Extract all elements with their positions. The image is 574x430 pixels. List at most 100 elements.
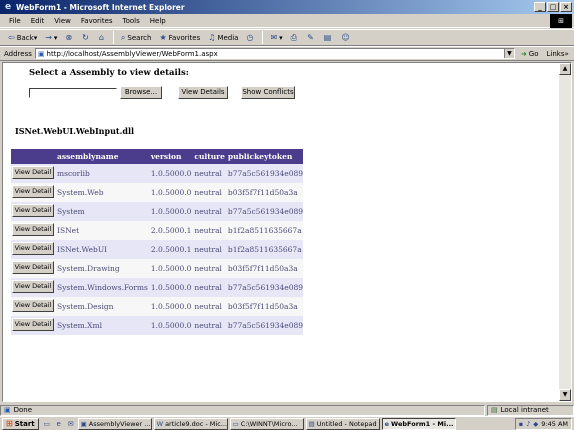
culture-cell: neutral: [191, 183, 225, 202]
task-explorer-folder[interactable]: ▭ C:\WINNT\Micro...: [229, 417, 304, 430]
messenger-icon: ☺: [341, 33, 350, 42]
culture-cell: neutral: [191, 164, 225, 183]
table-row: View Detail System.Design 1.0.5000.0 neu…: [11, 297, 304, 316]
table-row: View Detail System.Windows.Forms 1.0.500…: [11, 278, 304, 297]
windows-flag-icon: ⊞: [6, 419, 13, 428]
view-detail-button[interactable]: View Detail: [12, 204, 54, 217]
media-button[interactable]: ♫ Media: [204, 30, 242, 45]
view-detail-button[interactable]: View Detail: [12, 223, 54, 236]
task-notepad[interactable]: ▤ Untitled - Notepad: [305, 417, 380, 430]
view-details-button[interactable]: View Details: [178, 86, 228, 99]
assembly-grid: assemblyname version culture publickeyto…: [11, 149, 304, 335]
messenger-button[interactable]: ☺: [337, 30, 355, 45]
outlook-quicklaunch-icon[interactable]: ✉: [66, 420, 76, 428]
status-text: Done: [13, 406, 33, 414]
vs-icon: ▣: [80, 419, 87, 428]
view-detail-button[interactable]: View Detail: [12, 299, 54, 312]
history-icon: ◷: [246, 33, 254, 42]
task-word-doc[interactable]: W article9.doc - Mic...: [153, 417, 228, 430]
tray-volume-icon[interactable]: ♪: [526, 420, 530, 428]
stop-button[interactable]: ⊗: [61, 30, 78, 45]
clock[interactable]: 9:45 AM: [541, 420, 568, 428]
window-controls: _ □ ×: [534, 2, 572, 12]
forward-button[interactable]: → ▾: [41, 30, 61, 45]
scroll-up-button[interactable]: ▲: [559, 63, 571, 75]
view-detail-button[interactable]: View Detail: [12, 166, 54, 179]
media-label: Media: [217, 33, 239, 42]
menu-file[interactable]: File: [4, 17, 26, 25]
home-button[interactable]: ⌂: [95, 30, 110, 45]
favorites-button[interactable]: ★ Favorites: [155, 30, 204, 45]
view-detail-button[interactable]: View Detail: [12, 261, 54, 274]
culture-cell: neutral: [191, 221, 225, 240]
table-row: View Detail System.Xml 1.0.5000.0 neutra…: [11, 316, 304, 335]
history-button[interactable]: ◷: [242, 30, 259, 45]
action-cell: View Detail: [11, 202, 54, 221]
version-cell: 2.0.5000.1: [147, 240, 192, 259]
standard-toolbar: ⇦ Back ▾ → ▾ ⊗ ↻ ⌂ ⌕ Search ★ Favorites …: [0, 29, 574, 46]
view-detail-button[interactable]: View Detail: [12, 280, 54, 293]
task-assemblyviewer[interactable]: ▣ AssemblyViewer ...: [77, 417, 152, 430]
action-cell: View Detail: [11, 316, 54, 335]
action-cell: View Detail: [11, 164, 54, 183]
favorites-icon: ★: [159, 33, 167, 42]
close-button[interactable]: ×: [560, 2, 572, 12]
show-conflicts-button[interactable]: Show Conflicts: [241, 86, 295, 99]
action-cell: View Detail: [11, 297, 54, 316]
back-arrow-icon: ⇦: [8, 33, 15, 42]
assemblyname-cell: System: [54, 202, 148, 221]
ie-quicklaunch-icon[interactable]: e: [54, 420, 64, 428]
status-text-panel: ▣ Done: [0, 404, 485, 416]
view-detail-button[interactable]: View Detail: [12, 185, 54, 198]
mail-dropdown-icon[interactable]: ▾: [279, 34, 283, 42]
publickeytoken-cell: b03f5f7f11d50a3a: [224, 297, 304, 316]
menu-edit[interactable]: Edit: [26, 17, 50, 25]
culture-cell: neutral: [191, 259, 225, 278]
discuss-button[interactable]: ▤: [320, 30, 338, 45]
menu-help[interactable]: Help: [145, 17, 171, 25]
assembly-title: ISNet.WebUI.WebInput.dll: [15, 126, 135, 136]
title-bar[interactable]: e WebForm1 - Microsoft Internet Explorer…: [0, 0, 574, 14]
back-button[interactable]: ⇦ Back ▾: [4, 30, 41, 45]
culture-cell: neutral: [191, 202, 225, 221]
forward-dropdown-icon[interactable]: ▾: [54, 34, 58, 42]
select-heading: Select a Assembly to view details:: [29, 68, 189, 78]
file-path-input[interactable]: [29, 88, 117, 98]
action-cell: View Detail: [11, 278, 54, 297]
vertical-scrollbar[interactable]: ▲ ▼: [559, 63, 571, 401]
show-desktop-icon[interactable]: ▭: [42, 420, 52, 428]
print-button[interactable]: ⎙: [287, 30, 303, 45]
address-dropdown-icon[interactable]: ▼: [503, 49, 514, 58]
refresh-button[interactable]: ↻: [78, 30, 95, 45]
menu-view[interactable]: View: [49, 17, 76, 25]
start-button[interactable]: ⊞ Start: [2, 417, 39, 430]
links-chevron-icon[interactable]: »: [564, 50, 568, 58]
table-row: View Detail System.Web 1.0.5000.0 neutra…: [11, 183, 304, 202]
mail-button[interactable]: ✉ ▾: [266, 30, 286, 45]
edit-button[interactable]: ✎: [303, 30, 320, 45]
maximize-button[interactable]: □: [547, 2, 559, 12]
go-button[interactable]: ➜ Go: [521, 50, 539, 58]
view-detail-button[interactable]: View Detail: [12, 242, 54, 255]
go-arrow-icon: ➜: [520, 49, 527, 58]
view-detail-button[interactable]: View Detail: [12, 318, 54, 331]
back-dropdown-icon[interactable]: ▾: [34, 34, 38, 42]
minimize-button[interactable]: _: [534, 2, 546, 12]
links-button[interactable]: Links: [546, 50, 564, 58]
task-webform1[interactable]: e WebForm1 - Mi...: [381, 417, 456, 430]
word-icon: W: [156, 419, 164, 428]
status-bar: ▣ Done ▤ Local intranet: [0, 404, 574, 416]
ie-logo-icon: e: [4, 2, 12, 12]
table-row: View Detail System.Drawing 1.0.5000.0 ne…: [11, 259, 304, 278]
scroll-down-button[interactable]: ▼: [559, 389, 571, 401]
menu-favorites[interactable]: Favorites: [76, 17, 118, 25]
address-input[interactable]: ▣ http://localhost/AssemblyViewer/WebFor…: [34, 48, 515, 59]
assemblyname-cell: System.Design: [54, 297, 148, 316]
tray-network-icon[interactable]: ▪: [519, 420, 523, 428]
version-cell: 1.0.5000.0: [147, 183, 192, 202]
windows-logo-icon: ⊞: [550, 14, 572, 28]
menu-tools[interactable]: Tools: [118, 17, 145, 25]
search-button[interactable]: ⌕ Search: [117, 30, 156, 45]
tray-app-icon[interactable]: ◆: [533, 420, 538, 428]
browse-button[interactable]: Browse...: [120, 86, 162, 99]
